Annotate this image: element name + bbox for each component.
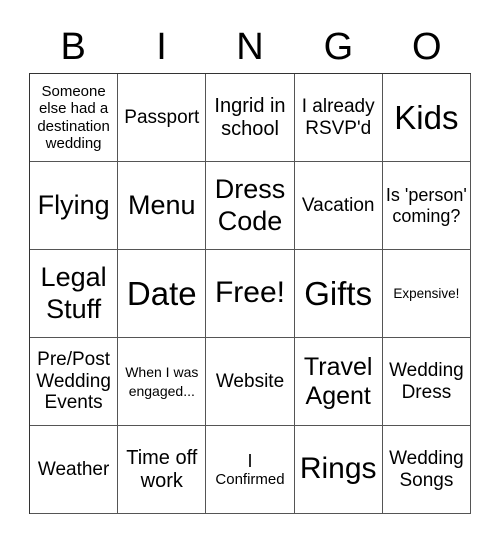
bingo-cell[interactable]: Is 'person' coming? [382, 162, 471, 250]
cell-text-line: I [247, 450, 253, 471]
bingo-cell[interactable]: When I was engaged... [118, 338, 207, 426]
bingo-cell[interactable]: I already RSVP'd [294, 74, 383, 162]
bingo-cell-free[interactable]: Free! [206, 250, 295, 338]
bingo-cell[interactable]: Time off work [118, 426, 207, 514]
bingo-cell[interactable]: Flying [30, 162, 119, 250]
bingo-cell[interactable]: Vacation [294, 162, 383, 250]
bingo-cell[interactable]: Menu [118, 162, 207, 250]
bingo-cell[interactable]: Date [118, 250, 207, 338]
bingo-cell[interactable]: Dress Code [206, 162, 295, 250]
bingo-cell[interactable]: Someone else had a destination wedding [30, 74, 119, 162]
header-letter-n: N [236, 26, 264, 68]
bingo-cell[interactable]: Expensive! [382, 250, 471, 338]
bingo-cell[interactable]: Wedding Songs [382, 426, 471, 514]
bingo-cell[interactable]: Wedding Dress [382, 338, 471, 426]
bingo-cell[interactable]: Pre/Post Wedding Events [30, 338, 119, 426]
bingo-cell[interactable]: Kids [382, 74, 471, 162]
bingo-header: B I N G O [29, 22, 471, 72]
header-letter-i: I [156, 26, 167, 68]
bingo-cell[interactable]: Gifts [294, 250, 383, 338]
bingo-cell[interactable]: Ingrid in school [206, 74, 295, 162]
bingo-cell[interactable]: Website [206, 338, 295, 426]
bingo-grid: Someone else had a destination wedding P… [29, 73, 471, 514]
bingo-cell[interactable]: Travel Agent [294, 338, 383, 426]
bingo-cell[interactable]: Legal Stuff [30, 250, 119, 338]
bingo-cell[interactable]: Weather [30, 426, 119, 514]
bingo-cell[interactable]: Passport [118, 74, 207, 162]
bingo-cell[interactable]: Rings [294, 426, 383, 514]
header-letter-b: B [60, 26, 86, 68]
cell-text-line: Confirmed [215, 471, 285, 489]
header-letter-g: G [323, 26, 354, 68]
header-letter-o: O [411, 26, 442, 68]
bingo-cell[interactable]: I Confirmed [206, 426, 295, 514]
